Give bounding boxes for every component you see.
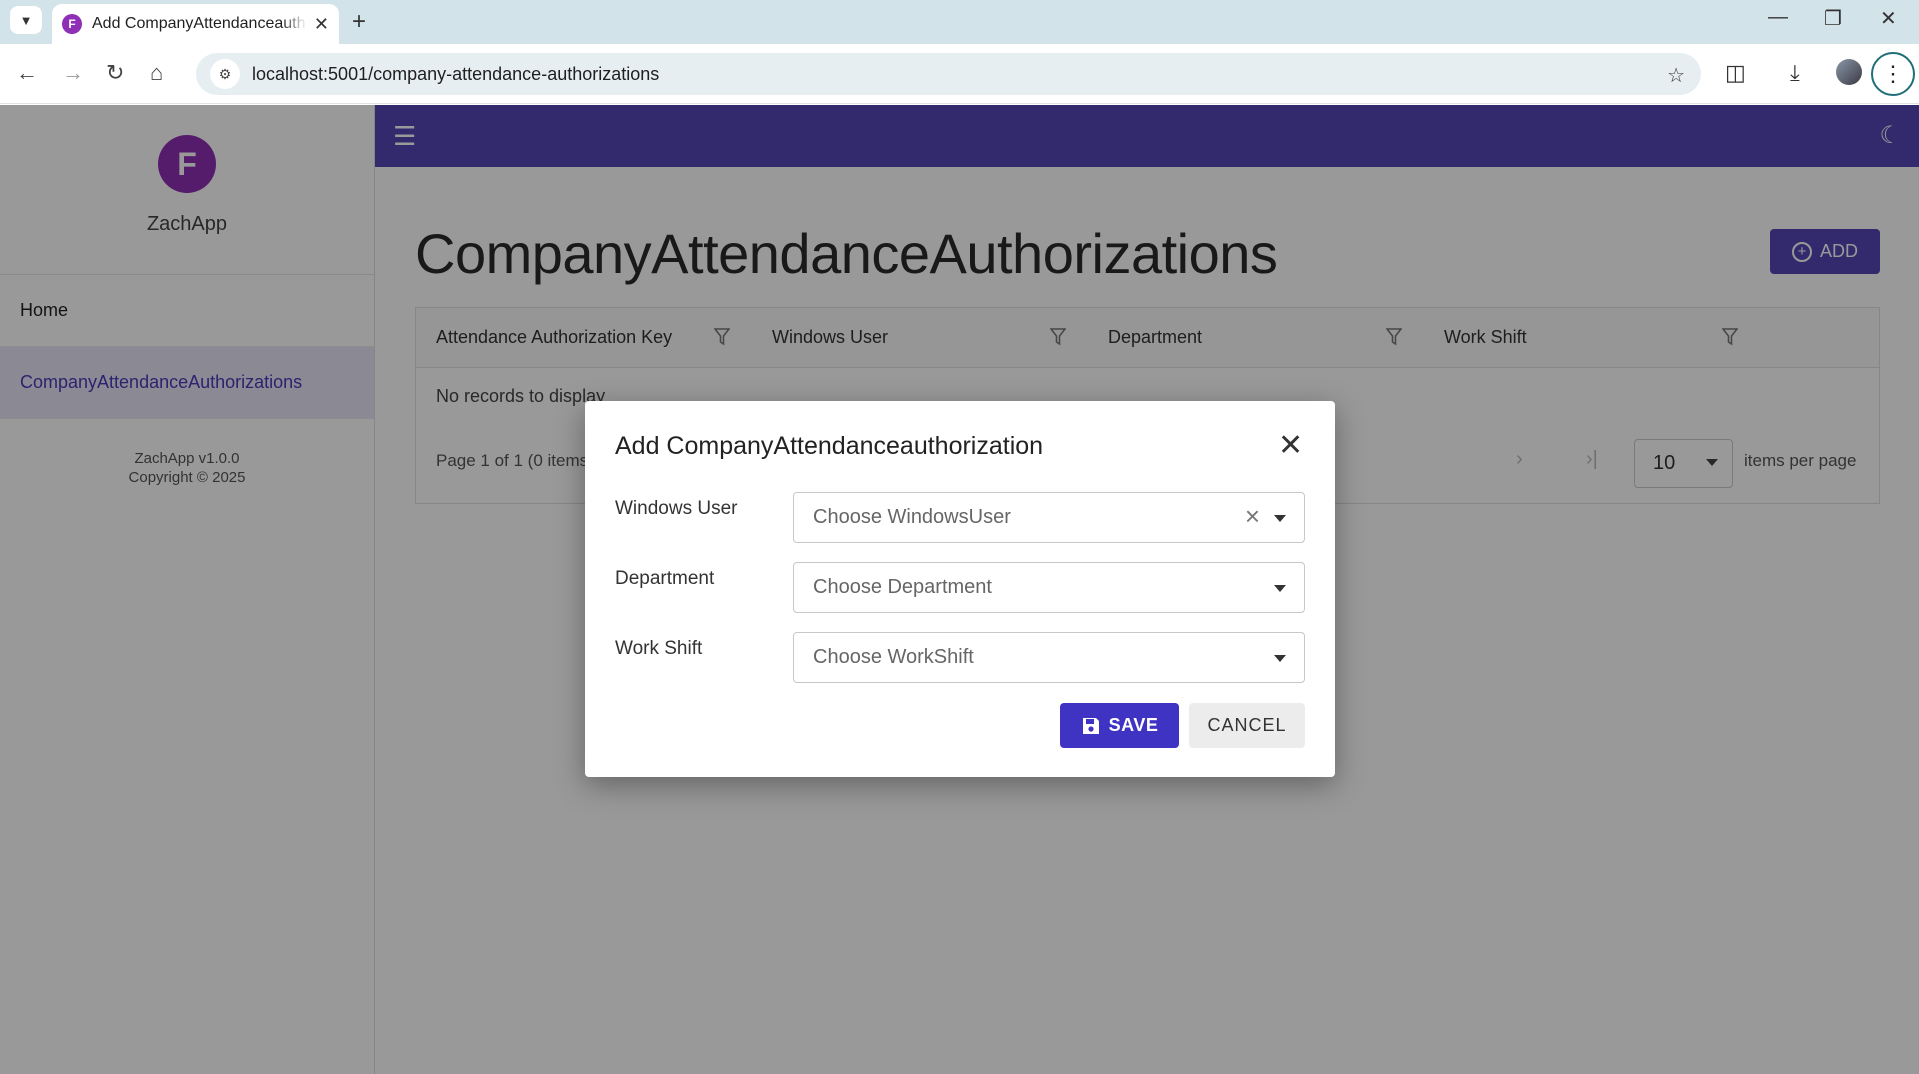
extensions-icon[interactable]: ◫ [1725,60,1746,86]
work-shift-placeholder: Choose WorkShift [813,646,974,668]
chevron-down-icon: ▼ [19,12,33,28]
profile-avatar[interactable] [1836,59,1862,85]
url-text[interactable]: localhost:5001/company-attendance-author… [252,64,659,85]
site-info-icon[interactable]: ⚙ [210,59,240,89]
department-label: Department [615,568,715,589]
close-icon[interactable]: ✕ [1278,431,1303,461]
minimize-icon[interactable]: — [1768,6,1788,29]
caret-down-icon[interactable] [1274,655,1286,662]
windows-user-label: Windows User [615,498,738,519]
tab-title: Add CompanyAttendanceautho [92,15,307,32]
browser-tab-bar: ▼ F Add CompanyAttendanceautho ✕ + — ❐ ✕ [0,0,1919,44]
bookmark-star-icon[interactable]: ☆ [1667,63,1685,88]
caret-down-icon[interactable] [1274,585,1286,592]
new-tab-icon[interactable]: + [352,8,366,36]
forward-icon[interactable]: → [62,60,84,86]
save-button-label: SAVE [1108,715,1159,735]
windows-user-combobox[interactable]: Choose WindowsUser × [793,492,1305,543]
home-icon[interactable]: ⌂ [150,60,163,86]
favicon-icon: F [62,14,82,34]
dialog-title: Add CompanyAttendanceauthorization [615,432,1044,460]
browser-tab[interactable]: F Add CompanyAttendanceautho ✕ [52,4,339,44]
add-dialog: Add CompanyAttendanceauthorization ✕ Win… [585,401,1335,777]
work-shift-label: Work Shift [615,638,703,659]
save-icon [1082,717,1099,734]
clear-icon[interactable]: × [1245,503,1260,529]
windows-user-placeholder: Choose WindowsUser [813,506,1011,528]
caret-down-icon[interactable] [1274,515,1286,522]
window-close-icon[interactable]: ✕ [1880,6,1897,31]
cancel-button[interactable]: CANCEL [1189,703,1305,748]
work-shift-combobox[interactable]: Choose WorkShift [793,632,1305,683]
browser-toolbar: ← → ↻ ⌂ ⚙ localhost:5001/company-attenda… [0,44,1919,104]
back-icon[interactable]: ← [16,60,38,86]
tab-search-button[interactable]: ▼ [10,6,42,34]
department-placeholder: Choose Department [813,576,992,598]
browser-menu-icon[interactable]: ⋮ [1871,52,1915,96]
restore-icon[interactable]: ❐ [1824,6,1842,31]
reload-icon[interactable]: ↻ [106,60,124,86]
download-icon[interactable]: ⤓ [1790,60,1800,86]
close-icon[interactable]: ✕ [314,14,329,35]
department-combobox[interactable]: Choose Department [793,562,1305,613]
save-button[interactable]: SAVE [1060,703,1179,748]
address-bar[interactable]: ⚙ localhost:5001/company-attendance-auth… [196,53,1701,95]
